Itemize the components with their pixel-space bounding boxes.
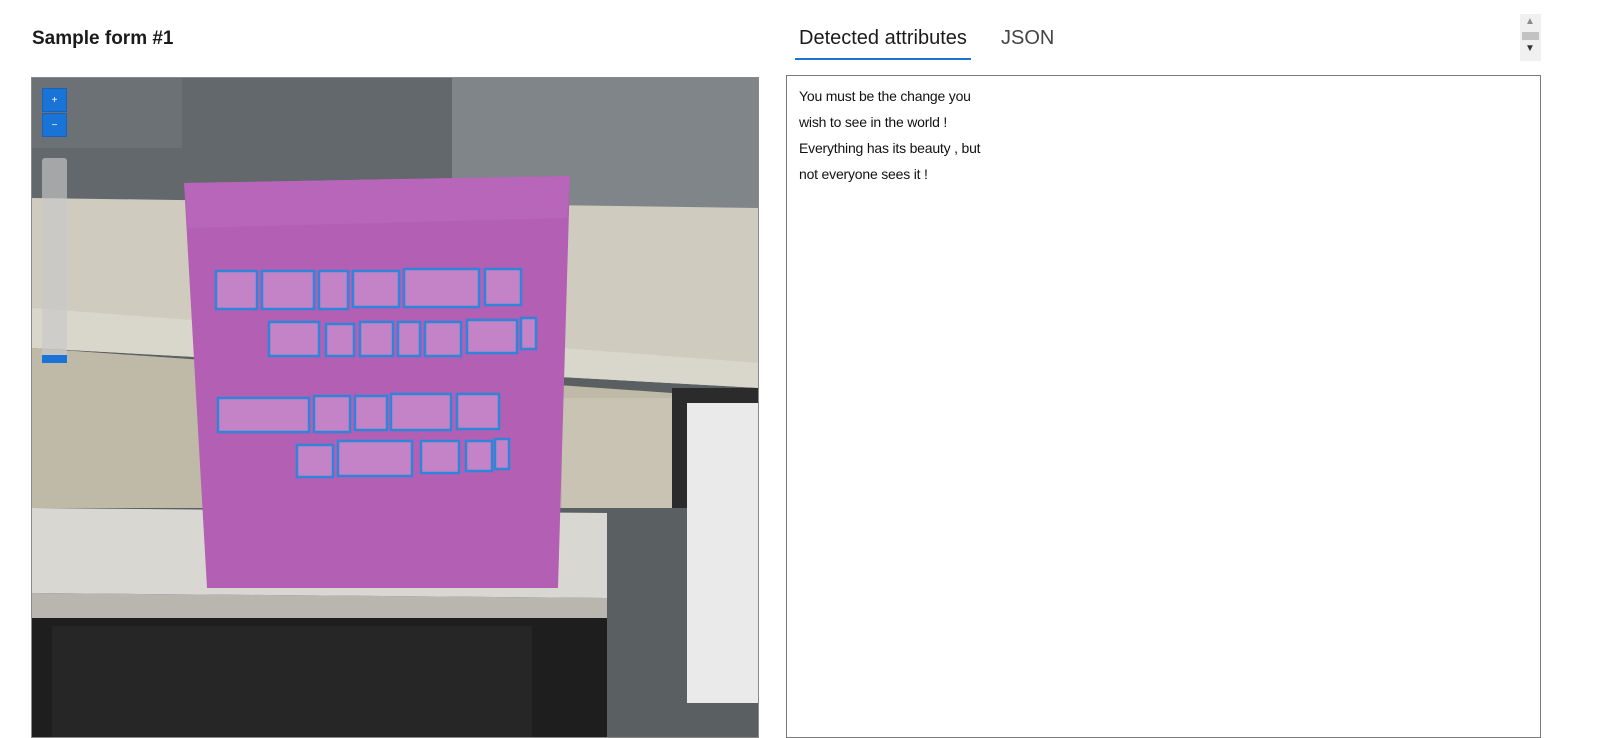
page-title: Sample form #1 xyxy=(32,28,174,49)
scroll-up-arrow-icon[interactable]: ▲ xyxy=(1525,17,1535,27)
detected-text-panel: You must be the change you wish to see i… xyxy=(786,75,1541,738)
page-scrollbar[interactable]: ▲ ▼ xyxy=(1520,14,1541,61)
detected-text-line: Everything has its beauty , but xyxy=(799,140,981,156)
form-image xyxy=(32,78,758,737)
zoom-out-button[interactable]: − xyxy=(42,113,67,137)
zoom-in-button[interactable]: + xyxy=(42,88,67,112)
tab-detected-attributes[interactable]: Detected attributes xyxy=(795,24,971,60)
zoom-slider[interactable] xyxy=(42,158,67,363)
detected-text-line: wish to see in the world ! xyxy=(799,114,948,130)
scroll-down-arrow-icon[interactable]: ▼ xyxy=(1525,44,1535,54)
detected-text-line: not everyone sees it ! xyxy=(799,166,928,182)
tab-json[interactable]: JSON xyxy=(997,24,1058,58)
detected-text-line: You must be the change you xyxy=(799,88,971,104)
scrollbar-thumb[interactable] xyxy=(1522,32,1539,40)
zoom-slider-thumb[interactable] xyxy=(42,355,67,363)
image-viewer[interactable]: + − xyxy=(31,77,759,738)
